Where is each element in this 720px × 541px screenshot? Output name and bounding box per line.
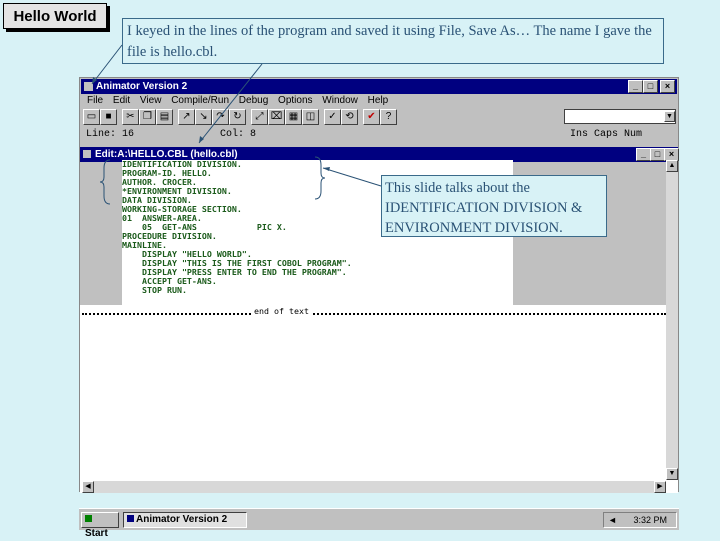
callout-arrows xyxy=(91,44,382,187)
